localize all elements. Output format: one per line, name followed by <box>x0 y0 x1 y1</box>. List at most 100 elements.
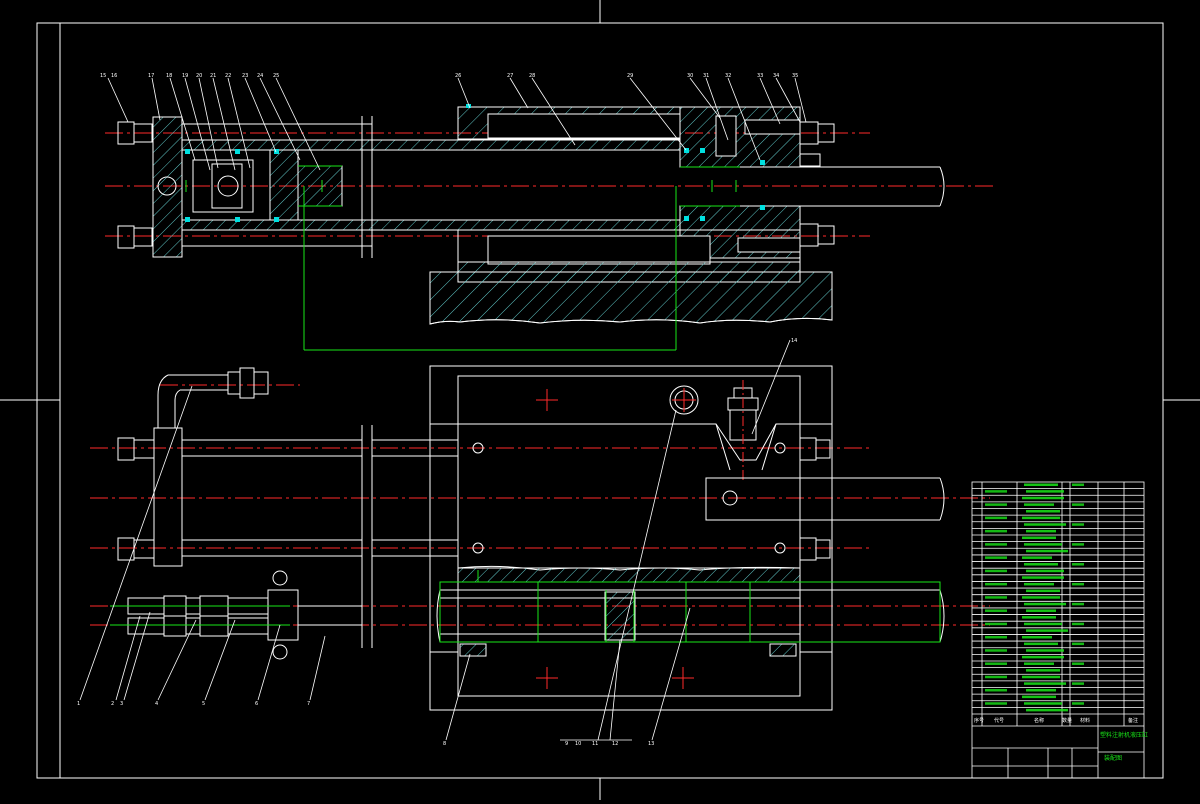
bom-material-mark <box>1072 622 1084 626</box>
bom-material-mark <box>1072 582 1084 586</box>
callout-15: 15 <box>100 73 106 79</box>
bom-code-mark <box>985 649 1007 652</box>
bom-code-mark <box>985 503 1007 506</box>
bom-material-mark <box>1072 702 1084 705</box>
bom-name-mark <box>1026 490 1064 493</box>
bom-name-mark <box>1024 582 1054 586</box>
callout-18: 18 <box>166 73 172 79</box>
cad-drawing: 15 16 17 18 19 20 21 22 23 24 25 26 27 2… <box>0 0 1200 800</box>
drawing-svg: 15 16 17 18 19 20 21 22 23 24 25 26 27 2… <box>0 0 1200 800</box>
bom-material-mark <box>1072 543 1084 546</box>
callout-3: 3 <box>120 701 123 707</box>
bom-name-mark <box>1026 688 1056 692</box>
callout-10: 10 <box>575 741 581 747</box>
bom-material-mark <box>1072 682 1084 685</box>
bom-name-mark <box>1024 602 1066 606</box>
bom-name-mark <box>1026 669 1060 672</box>
bom-name-mark <box>1022 635 1052 639</box>
callout-28: 28 <box>529 73 535 79</box>
bom-header-index: 序号 <box>974 717 984 724</box>
bom-code-mark <box>985 529 1007 533</box>
bom-code-mark <box>985 543 1007 546</box>
bom-name-mark <box>1022 616 1056 619</box>
bom-name-mark <box>1022 695 1056 699</box>
callout-9: 9 <box>565 741 568 747</box>
callout-27: 27 <box>507 73 513 79</box>
title-block-text: 序号 代号 名称 数量 材料 备注 塑料注射机液压缸 装配图 <box>974 717 1148 762</box>
bom-name-mark <box>1024 622 1062 626</box>
bom-name-mark <box>1026 629 1068 632</box>
callout-13: 13 <box>648 741 654 747</box>
bom-name-mark <box>1024 702 1062 705</box>
bom-name-mark <box>1022 655 1064 659</box>
bom-name-mark <box>1022 675 1060 679</box>
bom-material-mark <box>1072 563 1084 566</box>
bom-name-mark <box>1024 483 1058 486</box>
bom-header-name: 名称 <box>1034 717 1044 724</box>
callout-11: 11 <box>592 741 598 747</box>
bom-header-material: 材料 <box>1080 717 1090 724</box>
front-section-view <box>105 104 995 351</box>
bom-name-mark <box>1026 510 1060 513</box>
bom-material-mark <box>1072 483 1084 486</box>
bom-code-mark <box>985 662 1007 665</box>
bom-code-mark <box>985 675 1007 679</box>
callout-25: 25 <box>273 73 279 79</box>
callout-33: 33 <box>757 73 763 79</box>
bom-name-mark <box>1024 503 1054 506</box>
bom-code-mark <box>985 596 1007 599</box>
bom-header-remark: 备注 <box>1128 717 1138 724</box>
callout-31: 31 <box>703 73 709 79</box>
bom-name-mark <box>1024 682 1066 685</box>
bom-material-mark <box>1072 503 1084 506</box>
bom-name-mark <box>1022 556 1052 559</box>
bom-material-mark <box>1072 602 1084 606</box>
callout-12: 12 <box>612 741 618 747</box>
callout-29: 29 <box>627 73 633 79</box>
callout-4: 4 <box>155 701 158 707</box>
callout-8: 8 <box>443 741 446 747</box>
bom-code-mark <box>985 490 1007 493</box>
callout-6: 6 <box>255 701 258 707</box>
callout-34: 34 <box>773 73 779 79</box>
center-marks <box>536 388 696 689</box>
callout-23: 23 <box>242 73 248 79</box>
bom-name-mark <box>1026 708 1068 712</box>
bom-name-mark <box>1024 543 1062 546</box>
bom-name-mark <box>1024 523 1066 526</box>
bom-code-mark <box>985 516 1007 520</box>
bom-code-mark <box>985 688 1007 692</box>
bom-name-mark <box>1022 536 1056 540</box>
callout-21: 21 <box>210 73 216 79</box>
callout-2: 2 <box>111 701 114 707</box>
top-view-callouts: 1 2 3 4 5 6 7 8 9 10 11 12 13 14 <box>77 338 797 747</box>
bom-material-mark <box>1072 642 1084 646</box>
callout-17: 17 <box>148 73 154 79</box>
bolt-holes <box>472 385 786 554</box>
callout-16: 16 <box>111 73 117 79</box>
bom-name-mark <box>1026 649 1064 652</box>
callout-5: 5 <box>202 701 205 707</box>
bom-name-mark <box>1026 609 1056 612</box>
bom-material-mark <box>1072 523 1084 526</box>
bom-name-mark <box>1022 596 1060 599</box>
callout-7: 7 <box>307 701 310 707</box>
top-view <box>90 365 990 711</box>
bom-name-mark <box>1026 569 1064 573</box>
bom-name-mark <box>1024 563 1058 566</box>
bom-name-mark <box>1022 496 1064 500</box>
bom-header-code: 代号 <box>994 717 1004 724</box>
callout-22: 22 <box>225 73 231 79</box>
callout-14: 14 <box>791 338 797 344</box>
callout-32: 32 <box>725 73 731 79</box>
bom-name-mark <box>1024 662 1054 665</box>
callout-30: 30 <box>687 73 693 79</box>
bom-code-mark <box>985 609 1007 612</box>
callout-1: 1 <box>77 701 80 707</box>
callout-24: 24 <box>257 73 263 79</box>
bom-material-mark <box>1072 662 1084 665</box>
bom-code-mark <box>985 556 1007 559</box>
bom-name-mark <box>1022 516 1060 520</box>
bom-code-mark <box>985 622 1007 626</box>
bom-code-mark <box>985 635 1007 639</box>
